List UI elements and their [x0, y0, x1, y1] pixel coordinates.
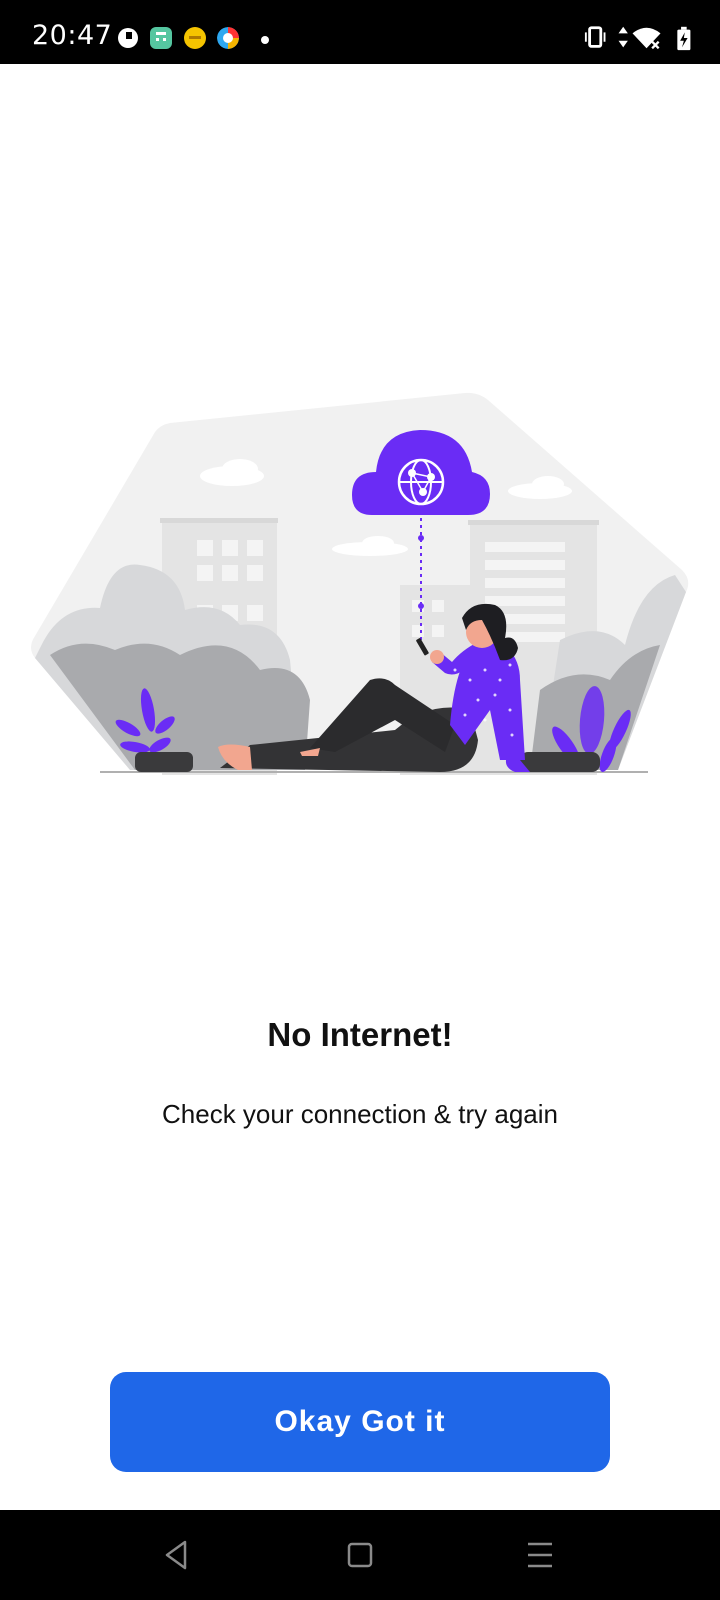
notification-dot	[261, 36, 269, 44]
battery-charging-icon	[677, 26, 691, 51]
back-icon[interactable]	[152, 1530, 202, 1580]
status-bar: 20:47	[0, 0, 720, 64]
rock-left	[135, 752, 193, 772]
app-icon-calculator	[150, 27, 172, 49]
no-internet-illustration	[31, 392, 689, 775]
vibrate-icon	[584, 26, 606, 48]
data-arrows-icon	[618, 26, 628, 48]
wifi-off-icon	[632, 27, 661, 50]
okay-got-it-button[interactable]: Okay Got it	[110, 1372, 610, 1472]
page-subtitle: Check your connection & try again	[162, 1099, 558, 1129]
recents-icon[interactable]	[515, 1530, 565, 1580]
status-right-icons	[584, 26, 691, 51]
home-icon[interactable]	[335, 1530, 385, 1580]
navigation-bar	[0, 1510, 720, 1600]
page-title: No Internet!	[267, 1016, 453, 1053]
app-icon-c	[117, 27, 139, 49]
app-icon-emoji	[184, 27, 206, 49]
rock-right	[520, 752, 600, 772]
status-time: 20:47	[32, 20, 113, 51]
app-icon-color	[217, 27, 239, 49]
